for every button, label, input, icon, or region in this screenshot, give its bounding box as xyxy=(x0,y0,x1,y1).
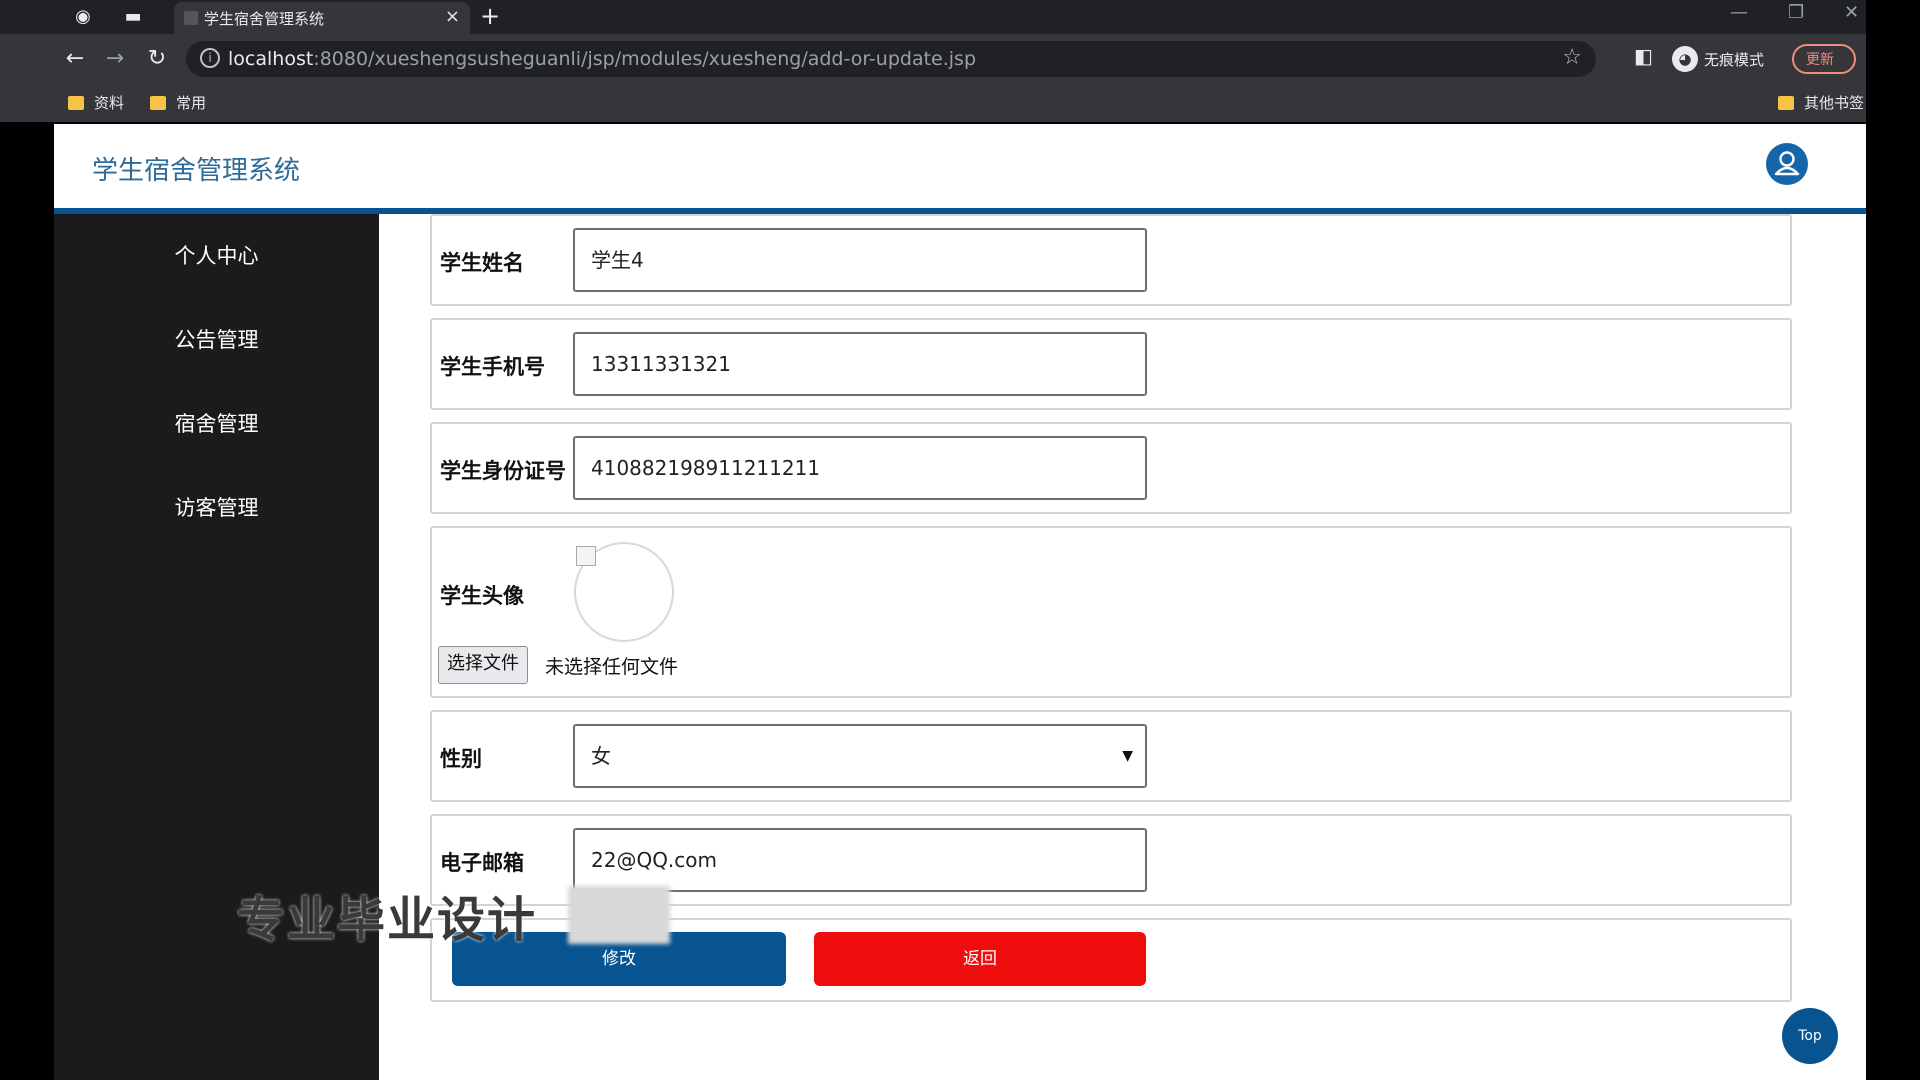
app-header: 学生宿舍管理系统 xyxy=(54,124,1866,214)
sidebar-item-announcements[interactable]: 公告管理 xyxy=(54,298,379,382)
watermark-blur xyxy=(568,886,670,944)
sidebar: 个人中心 公告管理 宿舍管理 访客管理 xyxy=(54,214,379,1080)
file-status-text: 未选择任何文件 xyxy=(545,656,679,678)
sidebar-item-visitors[interactable]: 访客管理 xyxy=(54,466,379,550)
url-host: localhost xyxy=(228,48,314,70)
name-label: 学生姓名 xyxy=(440,251,524,275)
folder-icon xyxy=(68,95,84,110)
window-close-icon[interactable]: ✕ xyxy=(1844,2,1859,23)
form-row-phone: 学生手机号 13311331321 xyxy=(430,318,1792,410)
gender-select[interactable]: 女 ▼ xyxy=(573,724,1147,788)
bookmark-folder[interactable]: 资料 xyxy=(68,92,124,113)
bookmark-folder[interactable]: 常用 xyxy=(150,92,206,113)
maximize-icon[interactable]: ❐ xyxy=(1788,2,1804,23)
avatar-preview-image xyxy=(574,542,674,642)
watermark-text: 专业毕业设计 xyxy=(237,892,538,948)
bookmarks-bar: 资料 常用 其他书签 xyxy=(0,84,1866,122)
bookmark-label: 其他书签 xyxy=(1804,94,1865,112)
folder-icon xyxy=(150,95,166,110)
tab-search-icon[interactable]: ▬ xyxy=(122,6,144,28)
address-url: localhost:8080/xueshengsusheguanli/jsp/m… xyxy=(228,48,976,70)
form-row-photo: 学生头像 选择文件 未选择任何文件 xyxy=(430,526,1792,698)
email-input[interactable]: 22@QQ.com xyxy=(573,828,1147,892)
bookmark-folder[interactable]: 其他书签 xyxy=(1778,92,1864,113)
user-icon xyxy=(1774,151,1800,176)
phone-input[interactable]: 13311331321 xyxy=(573,332,1147,396)
app-title: 学生宿舍管理系统 xyxy=(92,156,301,186)
back-button[interactable]: 返回 xyxy=(814,932,1146,986)
id-card-label: 学生身份证号 xyxy=(440,459,566,483)
form-row-id-card: 学生身份证号 410882198911211211 xyxy=(430,422,1792,514)
incognito-indicator[interactable]: ◕ 无痕模式 xyxy=(1672,42,1764,76)
id-card-input[interactable]: 410882198911211211 xyxy=(573,436,1147,500)
sidebar-item-dormitories[interactable]: 宿舍管理 xyxy=(54,382,379,466)
tab-close-icon[interactable]: × xyxy=(445,6,460,27)
browser-toolbar: ← → ↻ i localhost:8080/xueshengsusheguan… xyxy=(0,34,1866,84)
user-avatar-icon[interactable] xyxy=(1766,143,1808,185)
bookmark-label: 资料 xyxy=(94,94,125,112)
photo-label: 学生头像 xyxy=(440,584,524,608)
email-label: 电子邮箱 xyxy=(440,851,524,875)
tab-favicon-icon xyxy=(184,11,198,25)
bookmark-star-icon[interactable]: ☆ xyxy=(1562,45,1582,70)
url-path: :8080/xueshengsusheguanli/jsp/modules/xu… xyxy=(313,48,977,70)
gender-label: 性别 xyxy=(440,747,482,771)
back-arrow-icon[interactable]: ← xyxy=(60,44,90,74)
incognito-icon: ◕ xyxy=(1672,46,1698,72)
form-row-gender: 性别 女 ▼ xyxy=(430,710,1792,802)
browser-update-button[interactable]: 更新 xyxy=(1792,44,1856,74)
choose-file-button[interactable]: 选择文件 xyxy=(438,646,528,684)
gender-selected-value: 女 xyxy=(591,744,611,768)
phone-label: 学生手机号 xyxy=(440,355,545,379)
folder-icon xyxy=(1778,95,1794,110)
back-to-top-button[interactable]: Top xyxy=(1782,1008,1838,1064)
tab-title: 学生宿舍管理系统 xyxy=(204,10,325,28)
browser-menu-icon[interactable]: ◉ xyxy=(72,6,94,28)
address-bar[interactable]: i localhost:8080/xueshengsusheguanli/jsp… xyxy=(186,41,1596,77)
form-area: 学生姓名 学生4 学生手机号 13311331321 学生身份证号 410882… xyxy=(379,214,1866,1080)
site-info-icon[interactable]: i xyxy=(200,48,220,68)
forward-arrow-icon[interactable]: → xyxy=(100,44,130,74)
side-panel-icon[interactable]: ◧ xyxy=(1634,44,1653,68)
minimize-icon[interactable]: — xyxy=(1730,2,1748,23)
form-row-name: 学生姓名 学生4 xyxy=(430,214,1792,306)
browser-tab-bar: ◉ ▬ 学生宿舍管理系统 × + — ❐ ✕ xyxy=(0,0,1866,34)
update-label: 更新 xyxy=(1806,52,1834,68)
new-tab-icon[interactable]: + xyxy=(480,2,500,30)
broken-image-icon xyxy=(576,546,596,566)
chevron-down-icon: ▼ xyxy=(1122,748,1133,764)
browser-tab-active[interactable]: 学生宿舍管理系统 × xyxy=(174,2,470,34)
incognito-label: 无痕模式 xyxy=(1704,50,1765,69)
reload-icon[interactable]: ↻ xyxy=(142,44,172,74)
sidebar-item-personal-center[interactable]: 个人中心 xyxy=(54,214,379,298)
bookmark-label: 常用 xyxy=(176,94,207,112)
name-input[interactable]: 学生4 xyxy=(573,228,1147,292)
